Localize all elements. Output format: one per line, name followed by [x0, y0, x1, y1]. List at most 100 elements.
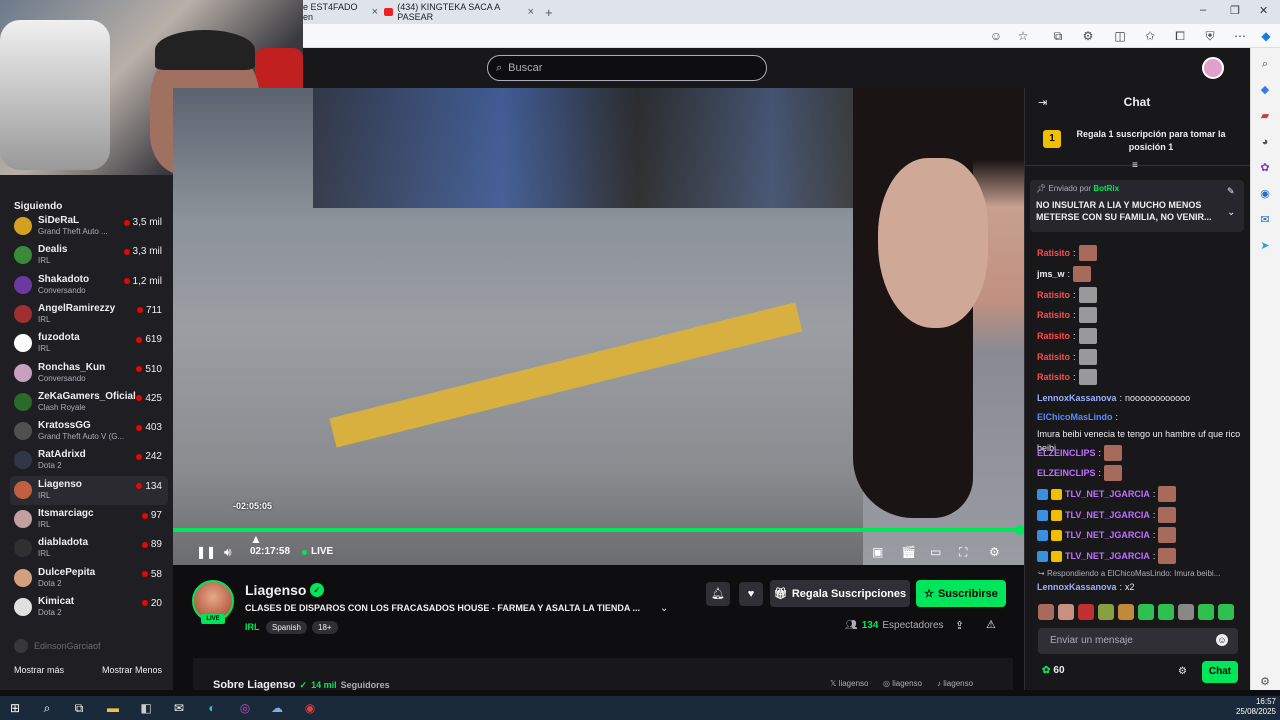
edge-tag-icon[interactable]: ◆ — [1257, 82, 1273, 98]
notification-bell-button[interactable]: 🔔︎ — [706, 582, 730, 606]
edge-telegram-icon[interactable]: ➤ — [1257, 238, 1273, 254]
maximize-button[interactable]: ❐ — [1230, 4, 1240, 17]
emote-2-icon[interactable] — [1058, 604, 1074, 620]
obs-icon[interactable]: ◉ — [301, 699, 319, 717]
sidebar-channel-ratadrixd[interactable]: RatAdrixd Dota 2 242 — [10, 446, 168, 475]
chat-message[interactable]: ELZEINCLIPS: — [1037, 464, 1242, 482]
gift-subs-button[interactable]: 🎁︎ Regala Suscripciones — [770, 580, 910, 607]
tab-1-close-icon[interactable]: × — [372, 6, 378, 18]
chat-message[interactable]: Ratisito: — [1037, 327, 1242, 345]
emote-1-icon[interactable] — [1038, 604, 1054, 620]
app-icon-1[interactable]: ◎ — [236, 699, 254, 717]
chat-message[interactable]: ElChicoMasLindo: Imura beibi venecia te t… — [1037, 410, 1242, 453]
emote-5-icon[interactable] — [1118, 604, 1134, 620]
sidebar-channel-ronchas_kun[interactable]: Ronchas_Kun Conversando 510 — [10, 359, 168, 388]
emoji-picker-icon[interactable]: ☺ — [1216, 634, 1228, 646]
sidebar-channel-itsmarciagc[interactable]: Itsmarciagc IRL 97 — [10, 505, 168, 534]
chat-message[interactable]: Ratisito: — [1037, 368, 1242, 386]
edge-briefcase-icon[interactable]: ▰ — [1257, 108, 1273, 124]
emote-7-icon[interactable] — [1158, 604, 1174, 620]
sidebar-channel-sideral[interactable]: SiDeRaL Grand Theft Auto ... 3,5 mil — [10, 212, 168, 241]
pause-icon[interactable]: ❚❚ — [196, 544, 216, 560]
edge-games-icon[interactable]: ✿ — [1257, 160, 1273, 176]
sidebar-channel-diabladota[interactable]: diabladota IRL 89 — [10, 534, 168, 563]
sidebar-channel-dulcepepita[interactable]: DulcePepita Dota 2 58 — [10, 564, 168, 593]
more-menu-icon[interactable]: ⋯ — [1232, 28, 1248, 44]
search-input[interactable]: ⌕ Buscar — [487, 55, 767, 81]
chat-send-button[interactable]: Chat — [1202, 661, 1238, 683]
sidebar-channel-dealis[interactable]: Dealis IRL 3,3 mil — [10, 241, 168, 270]
emote-4-icon[interactable] — [1098, 604, 1114, 620]
pinned-message[interactable]: 📌︎ Enviado por BotRix NO INSULTAR A LIA … — [1030, 180, 1244, 232]
video-player[interactable] — [173, 88, 1024, 565]
edge-office-icon[interactable]: ◉ — [1257, 186, 1273, 202]
edge-browser-icon[interactable]: ◐ — [203, 699, 221, 717]
chat-message[interactable]: ELZEINCLIPS: — [1037, 444, 1242, 462]
share-icon[interactable]: ⇪ — [955, 619, 964, 632]
task-view-icon[interactable]: ⧉ — [70, 699, 88, 717]
chat-message[interactable]: TLV_NET_JGARCIA: — [1037, 526, 1242, 544]
close-window-button[interactable]: ✕ — [1259, 4, 1268, 17]
file-explorer-icon[interactable]: ▬ — [104, 699, 122, 717]
chat-message-last[interactable]: LennoxKassanova: x2 — [1037, 578, 1242, 596]
extension-icon[interactable]: ⧉ — [1050, 28, 1066, 44]
show-more-button[interactable]: Mostrar más — [14, 665, 64, 675]
steam-icon[interactable]: ☁ — [268, 699, 286, 717]
chat-message[interactable]: TLV_NET_JGARCIA: — [1037, 485, 1242, 503]
edge-outlook-icon[interactable]: ✉ — [1257, 212, 1273, 228]
clip-icon[interactable]: 🎬︎ — [901, 544, 916, 560]
minimize-button[interactable]: – — [1200, 4, 1206, 16]
windows-start-icon[interactable]: ⊞ — [6, 699, 24, 717]
emote-6-icon[interactable] — [1138, 604, 1154, 620]
puzzle-icon[interactable]: ⚙ — [1080, 28, 1096, 44]
sidebar-channel-kimicat[interactable]: Kimicat Dota 2 20 — [10, 593, 168, 622]
chat-message[interactable]: Ratisito: — [1037, 286, 1242, 304]
social-x[interactable]: 𝕏 liagenso — [830, 679, 868, 688]
sidebar-channel-shakadoto[interactable]: Shakadoto Conversando 1,2 mil — [10, 271, 168, 300]
chat-settings-gear-icon[interactable]: ⚙ — [1178, 666, 1187, 677]
sidebar-channel-kratossgg[interactable]: KratossGG Grand Theft Auto V (G... 403 — [10, 417, 168, 446]
vpn-icon[interactable]: ⛨ — [1202, 28, 1218, 44]
social-tiktok[interactable]: ♪ liagenso — [937, 679, 973, 688]
emote-10-icon[interactable] — [1218, 604, 1234, 620]
pinned-expand-chevron-icon[interactable]: ⌄ — [1227, 207, 1235, 218]
chat-message[interactable]: LennoxKassanova: noooooooooooo — [1037, 389, 1242, 407]
chat-input[interactable]: Enviar un mensaje — [1038, 628, 1238, 654]
reader-icon[interactable]: ☺ — [988, 28, 1004, 44]
social-instagram[interactable]: ◎ liagenso — [883, 679, 922, 688]
seek-bar[interactable] — [173, 528, 1020, 532]
expand-leaderboard-icon[interactable]: ≡ — [1132, 160, 1138, 171]
chat-message[interactable]: TLV_NET_JGARCIA: — [1037, 547, 1242, 565]
follow-heart-button[interactable]: ♥ — [739, 582, 763, 606]
collections-icon[interactable]: ⧠ — [1172, 28, 1188, 44]
chat-message[interactable]: Ratisito: — [1037, 306, 1242, 324]
fullscreen-icon[interactable]: ⛶ — [959, 544, 967, 560]
channel-points[interactable]: ✿ 60 — [1042, 665, 1065, 676]
taskbar-search-icon[interactable]: ⌕ — [38, 699, 56, 717]
chevron-down-icon[interactable]: ⌄ — [660, 603, 668, 614]
settings-gear-icon[interactable]: ⚙ — [989, 544, 1000, 560]
sidebar-channel-zekagamers_oficial[interactable]: ZeKaGamers_Oficial Clash Royale 425 — [10, 388, 168, 417]
edge-person-icon[interactable]: ◕ — [1257, 134, 1273, 150]
browser-tab-2[interactable]: (434) KINGTEKA SACA A PASEAR × — [384, 0, 534, 24]
sidebar-channel-liagenso[interactable]: Liagenso IRL 134 — [10, 475, 168, 505]
miniplayer-icon[interactable]: ▣ — [872, 544, 883, 560]
emote-3-icon[interactable] — [1078, 604, 1094, 620]
emote-9-icon[interactable] — [1198, 604, 1214, 620]
theatre-mode-icon[interactable]: ▭ — [930, 544, 941, 560]
tag-language[interactable]: Spanish — [266, 621, 307, 634]
edge-search-icon[interactable]: ⌕ — [1257, 56, 1273, 72]
tag-age[interactable]: 18+ — [312, 621, 338, 634]
sidebar-offline-item[interactable]: EdinsonGarciaof — [14, 639, 101, 653]
chat-message[interactable]: Ratisito: — [1037, 244, 1242, 262]
browser-tab-1[interactable]: e EST4FADO en × — [303, 0, 378, 24]
copilot-icon[interactable]: ◆ — [1258, 28, 1274, 44]
emote-8-icon[interactable] — [1178, 604, 1194, 620]
chat-message[interactable]: Ratisito: — [1037, 348, 1242, 366]
sidebar-channel-fuzodota[interactable]: fuzodota IRL 619 — [10, 329, 168, 358]
store-icon[interactable]: ◧ — [137, 699, 155, 717]
stream-category[interactable]: IRL — [245, 622, 260, 632]
chat-message[interactable]: TLV_NET_JGARCIA: — [1037, 506, 1242, 524]
favorite-star-icon[interactable]: ☆ — [1015, 28, 1031, 44]
tab-2-close-icon[interactable]: × — [528, 6, 534, 18]
